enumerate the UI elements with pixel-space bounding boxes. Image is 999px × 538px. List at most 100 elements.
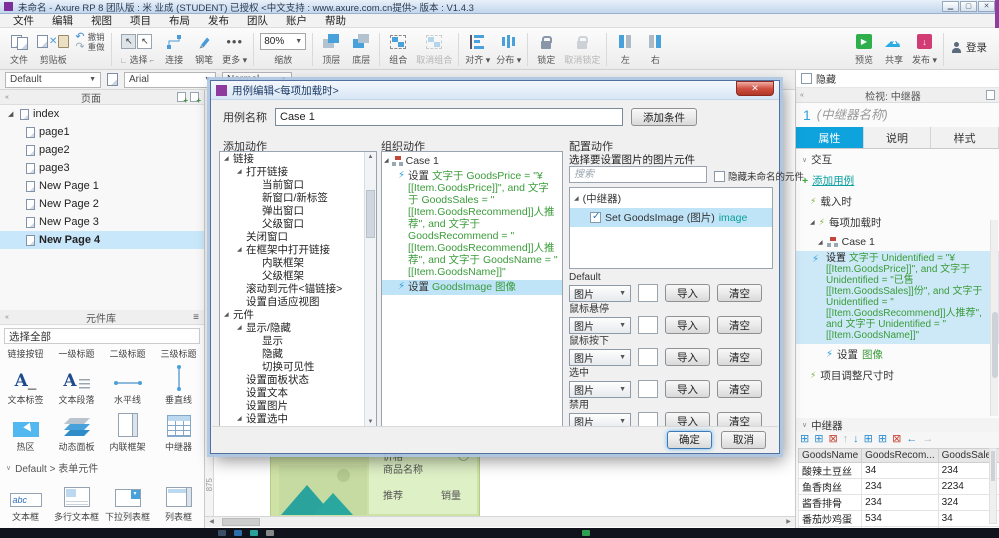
repeater-root-node[interactable]: ◢ (中继器): [570, 188, 772, 208]
expand-icon[interactable]: ◢: [8, 110, 16, 118]
clear-button[interactable]: 清空: [717, 348, 762, 366]
widget-text-field[interactable]: abc 文本框: [0, 477, 51, 524]
add-page-icon[interactable]: [177, 92, 188, 105]
maximize-icon[interactable]: ▢: [960, 1, 977, 12]
widget-filter-dropdown[interactable]: 选择全部: [4, 328, 200, 344]
font-dropdown[interactable]: Arial ▼: [124, 71, 216, 88]
menu-publish[interactable]: 发布: [199, 13, 238, 28]
image-thumbnail[interactable]: [638, 348, 658, 366]
event-onload[interactable]: ⚡ 载入时: [796, 191, 999, 212]
widget-horizontal-line[interactable]: 水平线: [102, 360, 153, 407]
share-button[interactable]: ☁ ▲ 共享: [882, 32, 906, 66]
table-row[interactable]: 鱼香肉丝 234 2234: [797, 478, 999, 495]
page-tree-item[interactable]: New Page 3: [0, 213, 204, 231]
add-column-right-icon[interactable]: ⊞: [878, 433, 887, 446]
tab-style[interactable]: 样式: [931, 127, 999, 148]
align-button[interactable]: 对齐 ▾: [465, 32, 490, 66]
lock-button[interactable]: 锁定: [534, 32, 558, 66]
action-set-text[interactable]: ⚡ 设置 文字于 GoodsPrice = "¥[[Item.GoodsPric…: [382, 169, 562, 280]
publish-button[interactable]: ↓ 发布 ▾: [912, 32, 937, 66]
event-onitemresize[interactable]: ⚡ 项目调整尺寸时: [796, 365, 999, 386]
menu-team[interactable]: 团队: [238, 13, 277, 28]
dialog-title-bar[interactable]: 用例编辑<每项加载时> ✕: [211, 81, 779, 100]
add-row-above-icon[interactable]: ⊞: [800, 433, 809, 446]
select-mode-button[interactable]: ↖ ↖ ∟ 选择 ⌐: [118, 32, 157, 66]
selected-action-set-text[interactable]: ⚡ 设置 文字于 Unidentified = "¥[[Item.GoodsPr…: [796, 251, 999, 344]
actions-scrollbar[interactable]: ▲ ▼: [364, 152, 376, 427]
menu-view[interactable]: 视图: [82, 13, 121, 28]
widget-dynamic-panel[interactable]: 动态面板: [51, 407, 102, 454]
scrollbar-thumb[interactable]: [991, 451, 995, 481]
table-row[interactable]: 酱香排骨 234 324: [797, 494, 999, 511]
widget-inline-frame[interactable]: 内联框架: [102, 407, 153, 454]
page-tree-item[interactable]: New Page 1: [0, 177, 204, 195]
hide-checkbox[interactable]: [801, 73, 812, 84]
menu-project[interactable]: 项目: [121, 13, 160, 28]
library-menu-icon[interactable]: ≡: [193, 312, 199, 323]
widget-paragraph[interactable]: A 文本段落: [51, 360, 102, 407]
table-scrollbar[interactable]: [989, 448, 997, 524]
case-name-input[interactable]: [275, 108, 623, 126]
login-button[interactable]: 登录: [951, 40, 987, 55]
taskbar-app-icon[interactable]: [218, 530, 226, 536]
hide-unnamed-checkbox[interactable]: [714, 170, 725, 182]
widget-vertical-line[interactable]: 垂直线: [153, 360, 204, 407]
ok-button[interactable]: 确定: [667, 430, 712, 449]
action-item[interactable]: 显示: [220, 334, 376, 347]
tab-notes[interactable]: 说明: [863, 127, 932, 148]
case-node[interactable]: ◢ Case 1: [382, 152, 562, 169]
tab-properties[interactable]: 属性: [796, 127, 864, 148]
action-category[interactable]: ◢ 链接: [220, 152, 376, 165]
preview-button[interactable]: ▶ 预览: [852, 32, 876, 66]
scrollbar-thumb[interactable]: [222, 518, 260, 526]
connect-button[interactable]: 连接: [162, 32, 186, 66]
expand-icon[interactable]: ◢: [818, 239, 823, 246]
import-button[interactable]: 导入: [665, 348, 710, 366]
redo-button[interactable]: ↷ 重做: [75, 42, 104, 53]
clear-button[interactable]: 清空: [717, 284, 762, 302]
target-widget-item-selected[interactable]: Set GoodsImage (图片) image: [570, 208, 772, 227]
add-folder-icon[interactable]: [190, 92, 201, 105]
send-to-back-button[interactable]: 底层: [349, 32, 373, 66]
image-type-dropdown[interactable]: 图片 ▼: [569, 380, 631, 398]
target-widget-checkbox[interactable]: [590, 211, 601, 223]
scroll-left-icon[interactable]: ◀: [205, 517, 218, 527]
widget-listbox[interactable]: 列表框: [153, 477, 204, 524]
taskbar-app-icon[interactable]: [234, 530, 242, 536]
style-dropdown[interactable]: Default ▼: [5, 71, 101, 88]
move-row-down-icon[interactable]: ↓: [853, 433, 859, 446]
widget-repeater[interactable]: 中继器: [153, 407, 204, 454]
scroll-up-icon[interactable]: ▲: [365, 152, 376, 162]
image-type-dropdown[interactable]: 图片 ▼: [569, 316, 631, 334]
more-button[interactable]: ••• 更多 ▾: [222, 32, 247, 66]
page-tree-item[interactable]: page1: [0, 123, 204, 141]
action-group[interactable]: ◢ 设置选中: [220, 412, 376, 425]
import-button[interactable]: 导入: [665, 316, 710, 334]
import-button[interactable]: 导入: [665, 380, 710, 398]
action-category[interactable]: ◢ 元件: [220, 308, 376, 321]
pen-button[interactable]: 钢笔: [192, 32, 216, 66]
page-tree-item[interactable]: page2: [0, 141, 204, 159]
page-tree-item-selected[interactable]: New Page 4: [0, 231, 204, 249]
expand-icon[interactable]: ◢: [810, 219, 815, 226]
widget-section-header[interactable]: ∨ Default > 表单元件: [0, 456, 204, 477]
cancel-button[interactable]: 取消: [721, 430, 766, 449]
select-intersect-icon[interactable]: ↖: [121, 34, 137, 49]
align-right-button[interactable]: 右: [643, 32, 667, 66]
case-node[interactable]: ◢ Case 1: [796, 233, 999, 251]
clipboard-button[interactable]: ✕ 剪贴板: [37, 32, 70, 66]
widget-text-label[interactable]: A_ 文本标签: [0, 360, 51, 407]
minimize-icon[interactable]: ▁: [942, 1, 959, 12]
expand-icon[interactable]: ◢: [574, 195, 579, 202]
column-header[interactable]: GoodsRecom...: [861, 448, 939, 463]
add-case-link[interactable]: + 添加用例: [796, 170, 999, 191]
event-onitemload[interactable]: ◢ ⚡ 每项加载时: [796, 212, 999, 233]
action-set-image-selected[interactable]: ⚡ 设置 GoodsImage 图像: [382, 280, 562, 295]
delete-row-icon[interactable]: ⊠: [828, 433, 837, 446]
action-set-image[interactable]: ⚡ 设置 图像: [796, 344, 999, 365]
add-column-left-icon[interactable]: ⊞: [864, 433, 873, 446]
close-icon[interactable]: ✕: [978, 1, 995, 12]
scrollbar-thumb[interactable]: [992, 312, 998, 378]
table-row[interactable]: 酸辣土豆丝 34 234: [797, 462, 999, 479]
page-tree-item[interactable]: New Page 2: [0, 195, 204, 213]
